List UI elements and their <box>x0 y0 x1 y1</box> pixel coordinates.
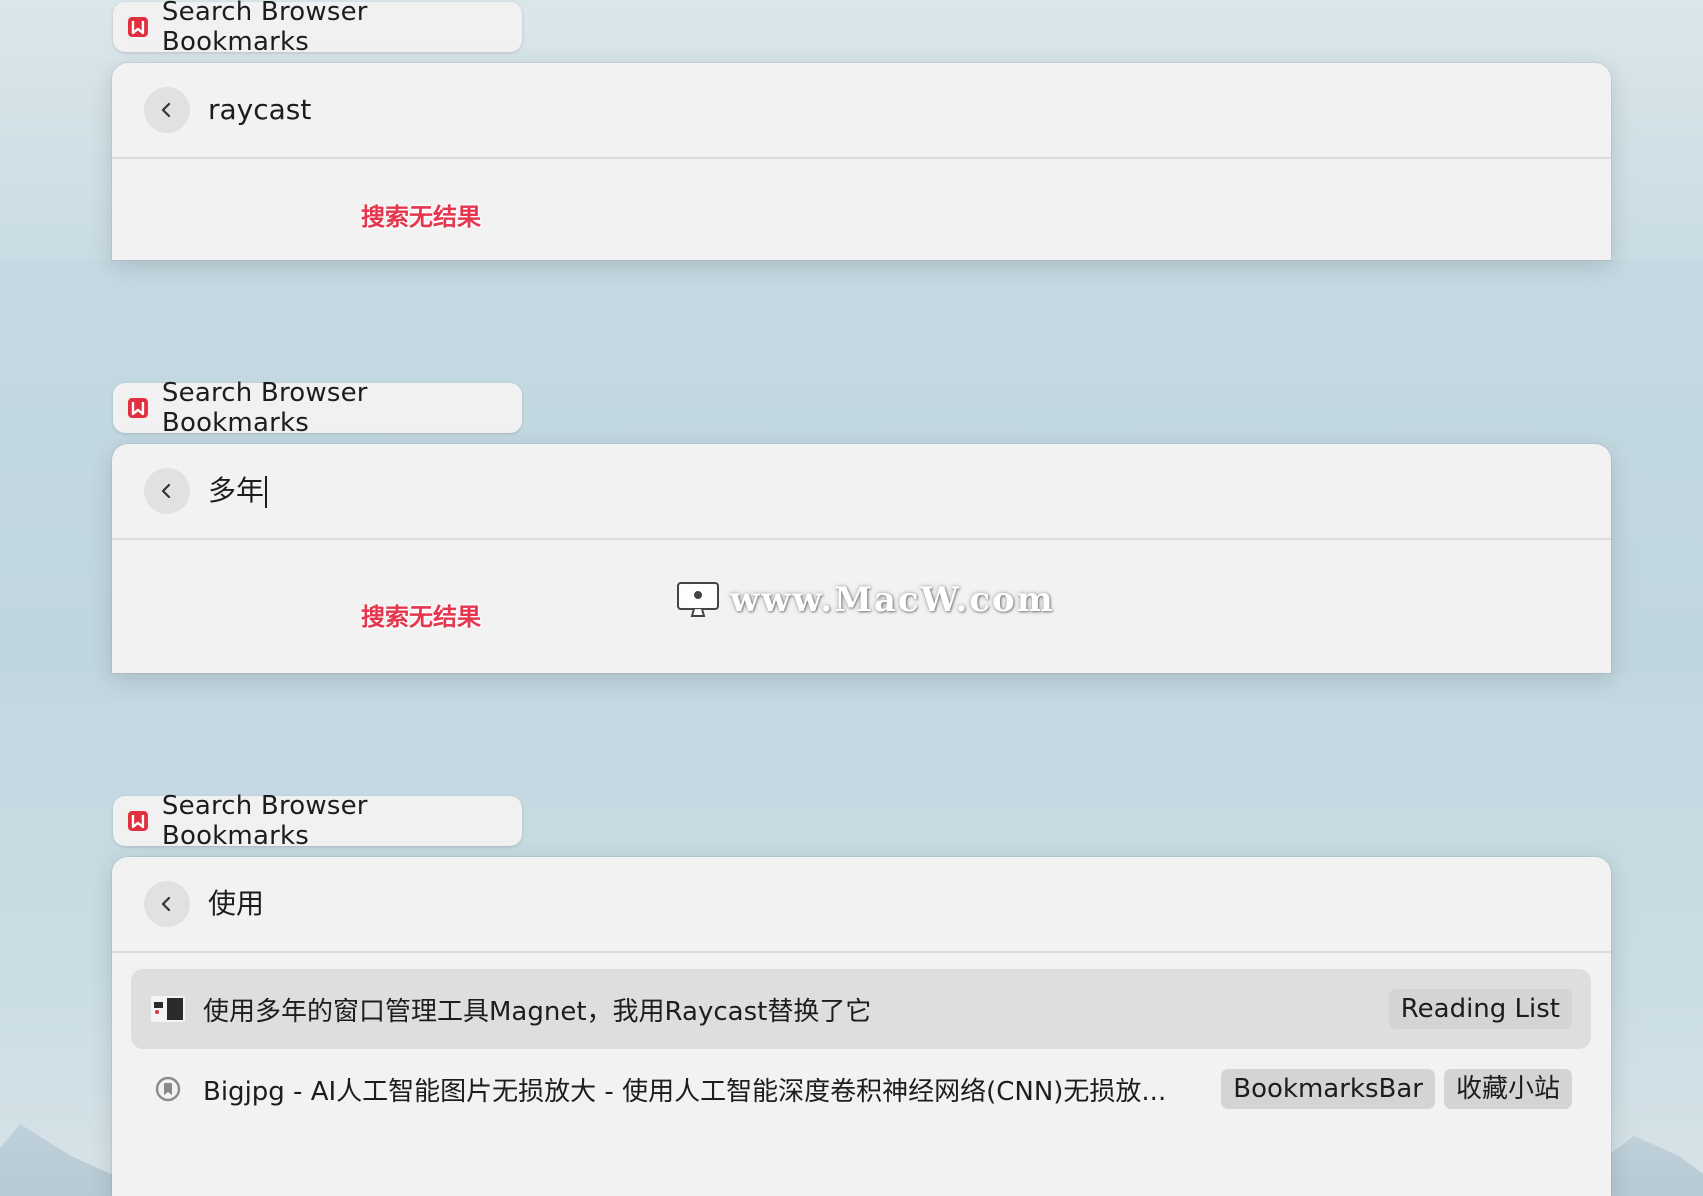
no-results-message: 搜索无结果 <box>361 203 481 231</box>
text-caret <box>265 476 268 508</box>
title-tab: Search Browser Bookmarks <box>113 791 522 851</box>
search-panel: 多年 搜索无结果 <box>112 444 1611 673</box>
result-row[interactable]: Bigjpg - AI人工智能图片无损放大 - 使用人工智能深度卷积神经网络(C… <box>131 1049 1591 1129</box>
result-tags: Reading List <box>1388 989 1572 1029</box>
search-input[interactable]: raycast <box>208 63 311 157</box>
search-bar: raycast <box>112 63 1611 159</box>
title-tab: Search Browser Bookmarks <box>113 0 522 57</box>
no-results-message: 搜索无结果 <box>361 603 481 631</box>
result-row[interactable]: 使用多年的窗口管理工具Magnet，我用Raycast替换了它 Reading … <box>131 969 1591 1049</box>
search-panel: raycast 搜索无结果 <box>112 63 1611 260</box>
bookmark-app-icon <box>127 398 148 418</box>
chevron-left-icon <box>161 896 171 912</box>
bookmark-app-icon <box>127 17 148 37</box>
result-title: 使用多年的窗口管理工具Magnet，我用Raycast替换了它 <box>203 996 872 1027</box>
result-title: Bigjpg - AI人工智能图片无损放大 - 使用人工智能深度卷积神经网络(C… <box>203 1076 1167 1107</box>
tag-folder: 收藏小站 <box>1443 1069 1572 1109</box>
bookmark-app-icon <box>127 811 148 831</box>
search-input[interactable]: 使用 <box>208 857 264 951</box>
back-button[interactable] <box>144 468 190 514</box>
chevron-left-icon <box>161 483 171 499</box>
search-panel: 使用 使用多年的窗口管理工具Magnet，我用Raycast替换了它 Readi… <box>112 857 1611 1196</box>
watermark-text: www.MacW.com <box>730 580 1055 620</box>
title-text: Search Browser Bookmarks <box>161 791 368 851</box>
search-bar: 多年 <box>112 444 1611 540</box>
title-text: Search Browser Bookmarks <box>161 378 368 438</box>
back-button[interactable] <box>144 87 190 133</box>
tag-bookmarks-bar: BookmarksBar <box>1221 1069 1435 1109</box>
tag-reading-list: Reading List <box>1388 989 1572 1029</box>
watermark: www.MacW.com <box>676 580 1055 620</box>
search-input[interactable]: 多年 <box>208 444 268 538</box>
title-tab: Search Browser Bookmarks <box>113 378 522 438</box>
generic-bookmark-icon <box>151 1072 185 1106</box>
search-input-text: 多年 <box>208 474 265 507</box>
result-tags: BookmarksBar 收藏小站 <box>1221 1069 1572 1109</box>
chevron-left-icon <box>161 102 171 118</box>
search-bar: 使用 <box>112 857 1611 953</box>
back-button[interactable] <box>144 881 190 927</box>
monitor-logo-icon <box>677 582 719 617</box>
site-favicon-icon <box>151 992 185 1026</box>
title-text: Search Browser Bookmarks <box>161 0 368 57</box>
